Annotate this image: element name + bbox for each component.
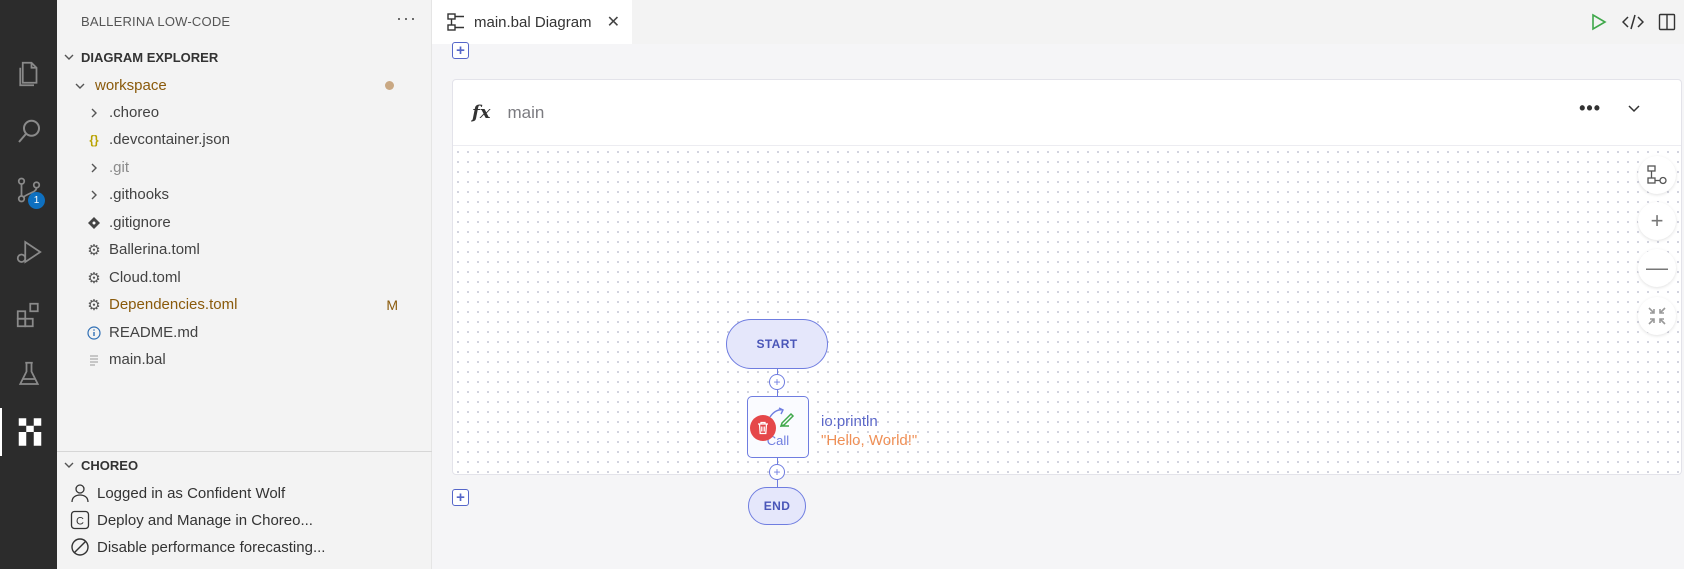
add-statement-button[interactable]: + (769, 464, 785, 480)
tree-item-githooks-folder[interactable]: .githooks (57, 181, 432, 208)
diagram-icon (446, 12, 466, 32)
choreo-label: CHOREO (81, 457, 139, 473)
tree-item-main-bal[interactable]: main.bal (57, 346, 432, 373)
json-braces-icon: {} (89, 132, 99, 147)
tree-item-devcontainer[interactable]: {} .devcontainer.json (57, 126, 432, 153)
info-icon (85, 325, 103, 340)
end-node[interactable]: END (748, 487, 806, 525)
search-icon[interactable] (0, 108, 57, 156)
gear-icon: ⚙ (87, 241, 101, 259)
svg-text:C: C (76, 516, 84, 528)
chevron-down-icon (57, 459, 81, 471)
choreo-header[interactable]: CHOREO (57, 453, 432, 477)
text-file-icon (85, 354, 103, 366)
chevron-right-icon (85, 162, 103, 174)
tree-item-label: README.md (109, 324, 199, 341)
choreo-c-icon: C (69, 510, 91, 530)
editor-area: main.bal Diagram ✕ + fx main ••• + — STA… (432, 0, 1684, 569)
add-statement-button[interactable]: + (769, 374, 785, 390)
testing-icon[interactable] (0, 350, 57, 398)
disable-icon (69, 537, 91, 557)
diagram-explorer-header[interactable]: DIAGRAM EXPLORER (57, 45, 432, 69)
function-header[interactable]: fx main ••• (453, 80, 1681, 146)
tab-main-bal-diagram[interactable]: main.bal Diagram ✕ (432, 0, 632, 44)
call-function-label: io:println (821, 413, 878, 430)
more-actions-icon[interactable]: ··· (396, 8, 417, 29)
gear-icon: ⚙ (87, 296, 101, 314)
tree-item-label: Dependencies.toml (109, 296, 238, 313)
tree-item-label: Ballerina.toml (109, 241, 200, 258)
tree-item-git-folder[interactable]: .git (57, 154, 432, 181)
close-icon[interactable]: ✕ (607, 12, 620, 32)
tree-item-dependencies-toml[interactable]: ⚙ Dependencies.toml M (57, 291, 432, 318)
add-construct-bottom-button[interactable]: + (452, 489, 469, 506)
show-source-icon[interactable] (1616, 13, 1650, 31)
tree-item-label: .git (109, 159, 130, 176)
zoom-out-icon[interactable]: — (1638, 249, 1676, 287)
sidebar-title: BALLERINA LOW-CODE (81, 14, 231, 29)
tree-item-label: workspace (95, 77, 167, 94)
tree-item-readme[interactable]: README.md (57, 319, 432, 346)
fit-to-screen-icon[interactable] (1638, 297, 1676, 335)
chevron-down-icon[interactable] (1627, 102, 1641, 120)
chevron-right-icon (85, 107, 103, 119)
tab-bar: main.bal Diagram ✕ (432, 0, 1684, 44)
tree-item-label: .devcontainer.json (109, 131, 230, 148)
tree-item-gitignore[interactable]: .gitignore (57, 209, 432, 236)
outline-toggle-icon[interactable] (1638, 156, 1676, 194)
tree-item-label: Cloud.toml (109, 269, 181, 286)
choreo-item-deploy[interactable]: C Deploy and Manage in Choreo... (69, 507, 313, 533)
files-icon[interactable] (0, 50, 57, 98)
more-options-icon[interactable]: ••• (1579, 98, 1601, 119)
zoom-in-icon[interactable]: + (1638, 202, 1676, 240)
call-arrow-icon (769, 407, 784, 418)
tab-label: main.bal Diagram (474, 13, 592, 31)
chevron-right-icon (85, 189, 103, 201)
chevron-down-icon (57, 51, 81, 63)
tree-item-label: .choreo (109, 104, 160, 121)
modified-dot-icon (385, 81, 394, 90)
extensions-icon[interactable] (0, 291, 57, 339)
section-divider (57, 451, 432, 452)
tree-item-label: .gitignore (109, 214, 171, 231)
git-diamond-icon (85, 216, 103, 229)
modified-status-badge: M (386, 296, 398, 313)
function-name: main (507, 102, 545, 122)
user-icon (69, 483, 91, 503)
choreo-item-label: Logged in as Confident Wolf (97, 484, 286, 502)
call-argument-label: "Hello, World!" (821, 432, 918, 449)
split-editor-icon[interactable] (1650, 13, 1684, 31)
add-construct-top-button[interactable]: + (452, 42, 469, 59)
choreo-item-disable-forecast[interactable]: Disable performance forecasting... (69, 534, 325, 560)
choreo-item-logged-in[interactable]: Logged in as Confident Wolf (69, 480, 285, 506)
function-card: fx main ••• + — START + Call io:println … (452, 79, 1682, 525)
diagram-explorer-label: DIAGRAM EXPLORER (81, 49, 219, 65)
chevron-down-icon (71, 80, 89, 92)
tree-item-choreo-folder[interactable]: .choreo (57, 99, 432, 126)
source-control-badge: 1 (28, 192, 45, 209)
sidebar: BALLERINA LOW-CODE ··· DIAGRAM EXPLORER … (57, 0, 432, 569)
tree-item-label: main.bal (109, 351, 166, 368)
choreo-item-label: Disable performance forecasting... (97, 538, 326, 556)
tree-item-ballerina-toml[interactable]: ⚙ Ballerina.toml (57, 236, 432, 263)
tree-item-workspace[interactable]: workspace (57, 72, 432, 99)
run-icon[interactable] (1582, 13, 1616, 31)
start-node[interactable]: START (726, 319, 828, 369)
editor-actions (1582, 0, 1684, 44)
run-debug-icon[interactable] (0, 228, 57, 276)
source-control-icon[interactable]: 1 (0, 166, 57, 214)
function-fx-icon: fx (472, 102, 491, 123)
choreo-item-label: Deploy and Manage in Choreo... (97, 511, 313, 529)
diagram-canvas[interactable]: + — START + Call io:println "Hello, Worl… (453, 147, 1681, 525)
activity-bar: 1 (0, 0, 57, 569)
gear-icon: ⚙ (87, 269, 101, 287)
call-node[interactable]: Call (747, 396, 809, 458)
choreo-icon[interactable] (0, 408, 57, 456)
tree-item-label: .githooks (109, 186, 170, 203)
tree-item-cloud-toml[interactable]: ⚙ Cloud.toml (57, 264, 432, 291)
